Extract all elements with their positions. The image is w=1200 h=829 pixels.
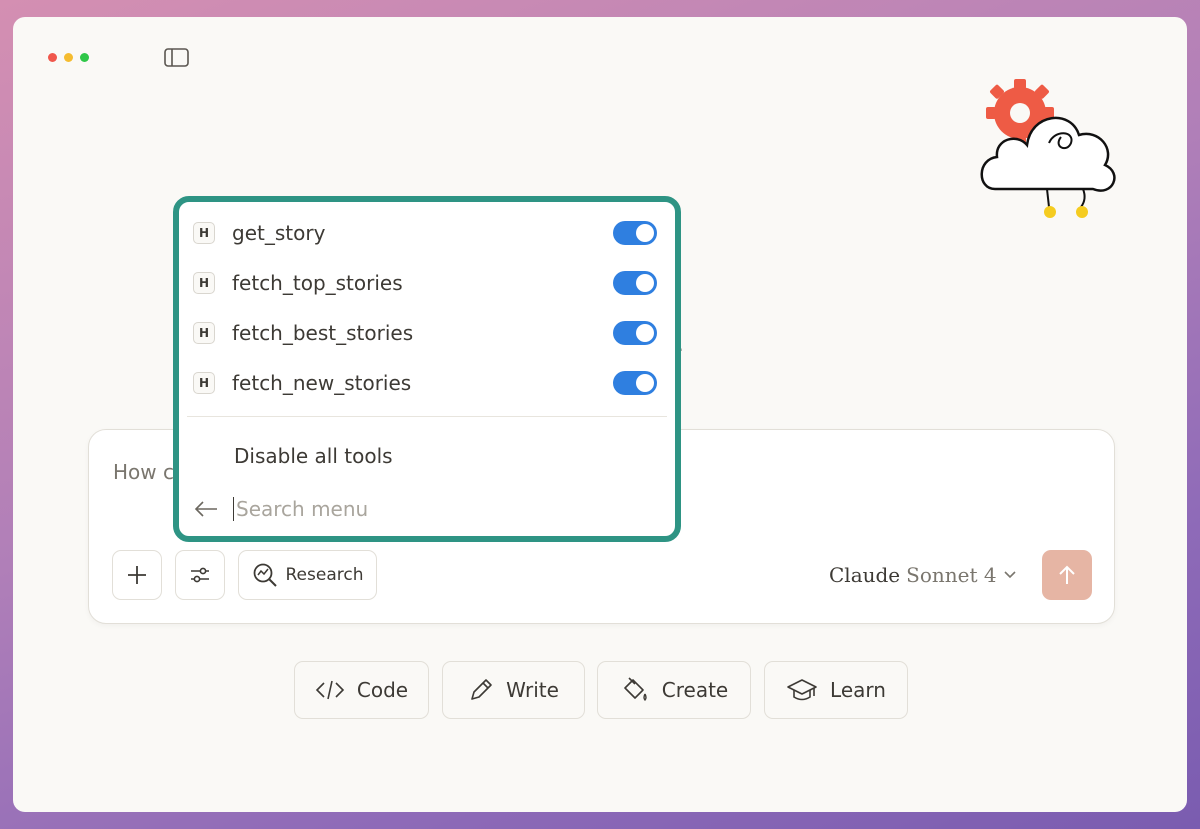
menu-search-row <box>193 492 663 526</box>
learn-action-label: Learn <box>830 678 886 702</box>
plus-icon <box>128 566 146 584</box>
menu-item-fetch-top-stories[interactable]: H fetch_top_stories <box>193 263 663 303</box>
code-icon <box>315 680 345 700</box>
tool-toggle[interactable] <box>613 221 657 245</box>
model-brand: Claude <box>829 563 901 587</box>
code-action-button[interactable]: Code <box>294 661 429 719</box>
pencil-icon <box>471 679 492 700</box>
model-selector[interactable]: Claude Sonnet 4 <box>829 563 1017 587</box>
window-controls <box>48 53 89 62</box>
arrow-up-icon <box>1059 565 1075 584</box>
add-attachment-button[interactable] <box>112 550 162 600</box>
write-action-button[interactable]: Write <box>442 661 585 719</box>
paint-bucket-icon <box>623 677 647 701</box>
tool-toggle[interactable] <box>613 271 657 295</box>
menu-search-input[interactable] <box>233 497 633 521</box>
graduation-cap-icon <box>787 679 817 701</box>
server-badge-icon: H <box>193 372 215 394</box>
tools-settings-button[interactable] <box>175 550 225 600</box>
menu-item-label: fetch_new_stories <box>232 371 412 395</box>
close-window-button[interactable] <box>48 53 57 62</box>
research-icon <box>253 563 277 587</box>
model-version: Sonnet 4 <box>906 563 997 587</box>
sliders-icon <box>191 567 209 583</box>
menu-item-label: get_story <box>232 221 326 245</box>
menu-item-label: fetch_best_stories <box>232 321 414 345</box>
tool-toggle[interactable] <box>613 371 657 395</box>
server-badge-icon: H <box>193 272 215 294</box>
menu-divider <box>187 416 667 417</box>
create-action-label: Create <box>661 678 729 702</box>
menu-item-label: fetch_top_stories <box>232 271 403 295</box>
server-badge-icon: H <box>193 222 215 244</box>
menu-item-fetch-best-stories[interactable]: H fetch_best_stories <box>193 313 663 353</box>
sidebar-toggle-icon[interactable] <box>164 48 189 68</box>
disable-all-tools-button[interactable]: Disable all tools <box>234 444 393 468</box>
learn-action-button[interactable]: Learn <box>764 661 908 719</box>
arrow-left-icon[interactable] <box>193 499 219 519</box>
chevron-down-icon <box>1004 571 1016 579</box>
tools-menu-popover: H get_story H fetch_top_stories H fetch_… <box>173 196 681 542</box>
create-action-button[interactable]: Create <box>597 661 751 719</box>
tool-toggle[interactable] <box>613 321 657 345</box>
write-action-label: Write <box>506 678 559 702</box>
menu-item-get-story[interactable]: H get_story <box>193 213 663 253</box>
maximize-window-button[interactable] <box>80 53 89 62</box>
message-input[interactable]: How c <box>113 460 174 484</box>
research-label: Research <box>285 565 364 585</box>
menu-item-fetch-new-stories[interactable]: H fetch_new_stories <box>193 363 663 403</box>
code-action-label: Code <box>356 678 409 702</box>
minimize-window-button[interactable] <box>64 53 73 62</box>
research-button[interactable]: Research <box>238 550 377 600</box>
mascot-illustration <box>975 73 1135 223</box>
server-badge-icon: H <box>193 322 215 344</box>
send-button[interactable] <box>1042 550 1092 600</box>
